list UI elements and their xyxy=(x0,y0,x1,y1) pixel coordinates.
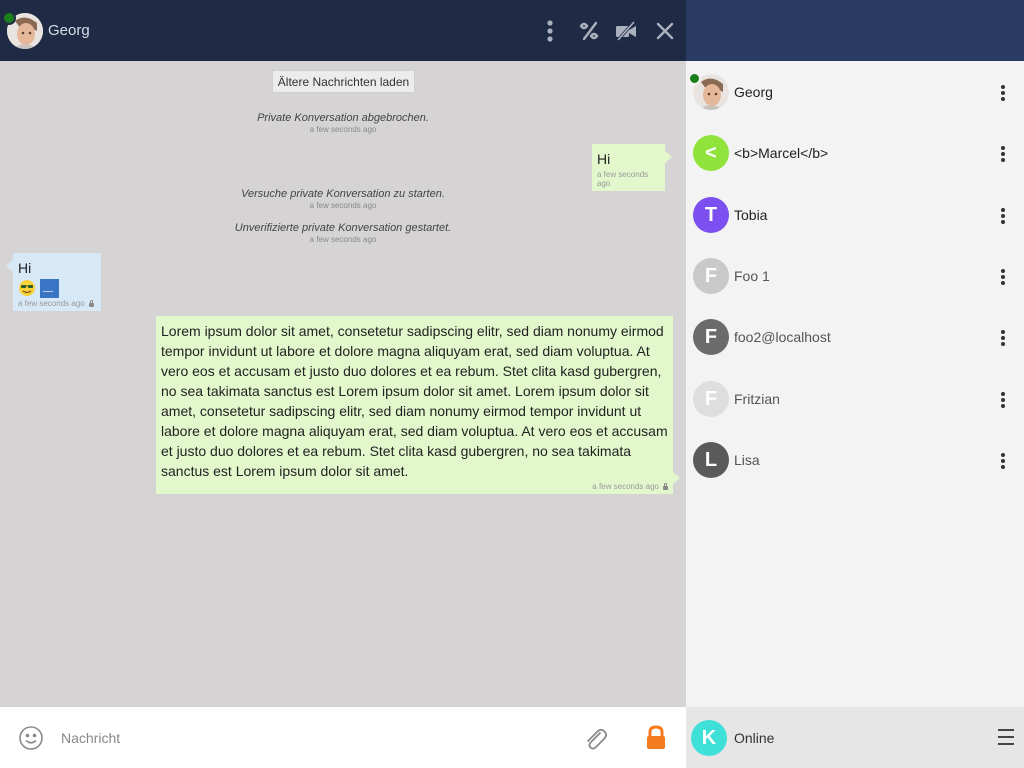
message-list[interactable]: Ältere Nachrichten laden Private Konvers… xyxy=(0,61,686,707)
chat-contact-name: Georg xyxy=(48,22,90,39)
roster-contact-tobia[interactable]: T Tobia xyxy=(686,189,1024,241)
system-message-text: Versuche private Konversation zu starten… xyxy=(241,188,445,200)
contact-name: foo2@localhost xyxy=(734,329,831,345)
lock-icon[interactable] xyxy=(645,725,667,751)
avatar: L xyxy=(693,442,729,478)
system-message-text: Unverifizierte private Konversation gest… xyxy=(234,222,452,234)
message-timestamp: a few seconds ago xyxy=(592,482,659,491)
more-vertical-icon[interactable] xyxy=(992,327,1014,349)
message-text: Lorem ipsum dolor sit amet, consetetur s… xyxy=(161,323,668,479)
hamburger-menu-icon[interactable] xyxy=(998,729,1014,745)
message-timestamp: a few seconds ago xyxy=(18,299,85,308)
chat-header: Georg xyxy=(0,0,686,61)
contact-name: Foo 1 xyxy=(734,268,770,284)
online-indicator xyxy=(688,72,701,85)
avatar: < xyxy=(693,135,729,171)
message-text: Hi xyxy=(18,260,32,276)
message-timestamp: a few seconds ago xyxy=(309,235,377,244)
emoji-sunglasses-icon[interactable] xyxy=(18,279,36,297)
avatar: F xyxy=(693,258,729,294)
more-vertical-icon[interactable] xyxy=(992,82,1014,104)
roster-contact-fritzian[interactable]: F Fritzian xyxy=(686,373,1024,425)
presence-status[interactable]: Online xyxy=(734,730,774,746)
lock-icon xyxy=(88,299,94,307)
own-status-bar: K Online xyxy=(686,707,1024,768)
contact-name: Lisa xyxy=(734,452,760,468)
more-vertical-icon[interactable] xyxy=(992,143,1014,165)
roster-contact-lisa[interactable]: L Lisa xyxy=(686,434,1024,486)
roster-header xyxy=(686,0,1024,61)
avatar: F xyxy=(693,319,729,355)
outgoing-message: Lorem ipsum dolor sit amet, consetetur s… xyxy=(156,316,680,494)
message-input[interactable] xyxy=(56,725,556,751)
roster-contact-foo1[interactable]: F Foo 1 xyxy=(686,250,1024,302)
more-vertical-icon[interactable] xyxy=(992,266,1014,288)
message-timestamp: a few seconds ago xyxy=(597,170,649,188)
online-indicator xyxy=(2,11,16,25)
image-thumbnail-icon[interactable] xyxy=(40,279,59,298)
contact-name: <b>Marcel</b> xyxy=(734,145,829,161)
avatar: T xyxy=(693,197,729,233)
message-timestamp: a few seconds ago xyxy=(309,201,377,210)
contact-name: Georg xyxy=(734,84,773,100)
close-icon[interactable] xyxy=(652,18,678,44)
avatar: F xyxy=(693,381,729,417)
message-composer xyxy=(0,707,686,768)
avatar[interactable]: K xyxy=(691,720,727,756)
incoming-message: Hi a few seconds ago xyxy=(6,253,101,311)
contact-roster: Georg < <b>Marcel</b> T Tobia F Foo 1 F … xyxy=(686,61,1024,707)
outgoing-message: Hi a few seconds ago xyxy=(592,144,672,191)
lock-icon xyxy=(663,482,668,490)
roster-contact-georg[interactable]: Georg xyxy=(686,66,1024,118)
system-message: Unverifizierte private Konversation gest… xyxy=(0,222,686,244)
system-message: Private Konversation abgebrochen. a few … xyxy=(0,112,686,134)
message-timestamp: a few seconds ago xyxy=(309,125,377,134)
system-message: Versuche private Konversation zu starten… xyxy=(0,188,686,210)
message-text: Hi xyxy=(597,151,611,167)
video-off-icon[interactable] xyxy=(613,18,639,44)
more-vertical-icon[interactable] xyxy=(992,205,1014,227)
more-vertical-icon[interactable] xyxy=(537,18,563,44)
smiley-icon[interactable] xyxy=(18,725,44,751)
roster-contact-foo2[interactable]: F foo2@localhost xyxy=(686,311,1024,363)
roster-contact-marcel[interactable]: < <b>Marcel</b> xyxy=(686,127,1024,179)
load-older-messages-button[interactable]: Ältere Nachrichten laden xyxy=(272,70,415,93)
system-message-text: Private Konversation abgebrochen. xyxy=(257,112,429,124)
percent-icon[interactable] xyxy=(576,18,602,44)
contact-name: Tobia xyxy=(734,207,768,223)
more-vertical-icon[interactable] xyxy=(992,389,1014,411)
contact-name: Fritzian xyxy=(734,391,780,407)
more-vertical-icon[interactable] xyxy=(992,450,1014,472)
paperclip-icon[interactable] xyxy=(582,725,608,751)
